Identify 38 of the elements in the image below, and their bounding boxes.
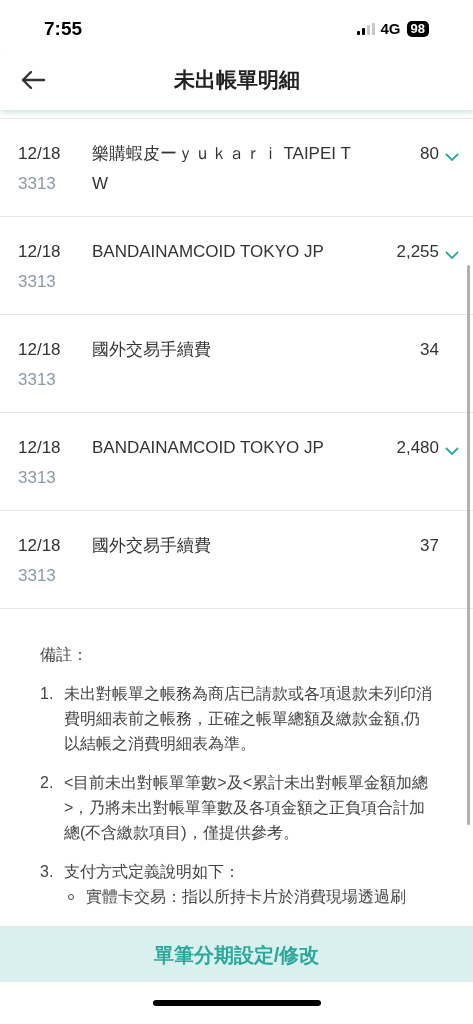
transaction-amount: 2,255 [395,241,439,263]
battery-icon: 98 [406,21,429,37]
chevron-down-icon[interactable] [445,251,459,260]
note-number: 3. [40,862,55,882]
card-number: 3313 [18,271,57,293]
transaction-amount: 37 [419,535,439,557]
note-text: <目前未出對帳單筆數>及<累計未出對帳單金額加總>，乃將未出對帳單筆數及各項金額之正負項合計加總(不含繳款項目)，僅提供參考。 [64,773,430,843]
chevron-down-icon[interactable] [445,153,459,162]
note-text: 支付方式定義說明如下： [64,862,241,882]
transaction-amount: 34 [419,339,439,361]
note-number: 2. [40,773,55,793]
transaction-date: 12/18 [18,241,62,263]
chevron-down-icon[interactable] [445,447,459,456]
transaction-date: 12/18 [18,143,62,165]
card-number: 3313 [18,369,57,391]
transaction-description: 國外交易手續費 [92,339,212,361]
transaction-amount: 80 [419,143,439,165]
page-title: 未出帳單明細 [173,67,300,94]
card-number: 3313 [18,467,57,489]
transaction-description: 樂購蝦皮ーｙｕｋａｒｉ TAIPEI TW [92,143,352,195]
back-arrow-icon [20,69,46,91]
notes-title: 備註： [40,645,89,665]
transaction-description: 國外交易手續費 [92,535,212,557]
note-number: 1. [40,684,55,704]
card-number: 3313 [18,565,57,587]
transaction-date: 12/18 [18,437,62,459]
signal-icon [356,23,375,35]
status-time: 7:55 [44,16,83,41]
bullet-text: 實體卡交易：指以所持卡片於消費現場透過刷 [86,887,406,907]
transaction-date: 12/18 [18,339,62,361]
transaction-description: BANDAINAMCOID TOKYO JP [92,437,325,459]
network-label: 4G [380,18,401,39]
card-number: 3313 [18,173,57,195]
transaction-date: 12/18 [18,535,62,557]
transaction-description: BANDAINAMCOID TOKYO JP [92,241,325,263]
note-text: 未出對帳單之帳務為商店已請款或各項退款未列印消費明細表前之帳務，正確之帳單總額及繳款金額,仍以結帳之消費明細表為準。 [64,684,433,754]
transaction-amount: 2,480 [395,437,439,459]
transaction-row[interactable]: 12/18 3313 樂購蝦皮ーｙｕｋａｒｉ TAIPEI TW 80 [0,119,473,217]
